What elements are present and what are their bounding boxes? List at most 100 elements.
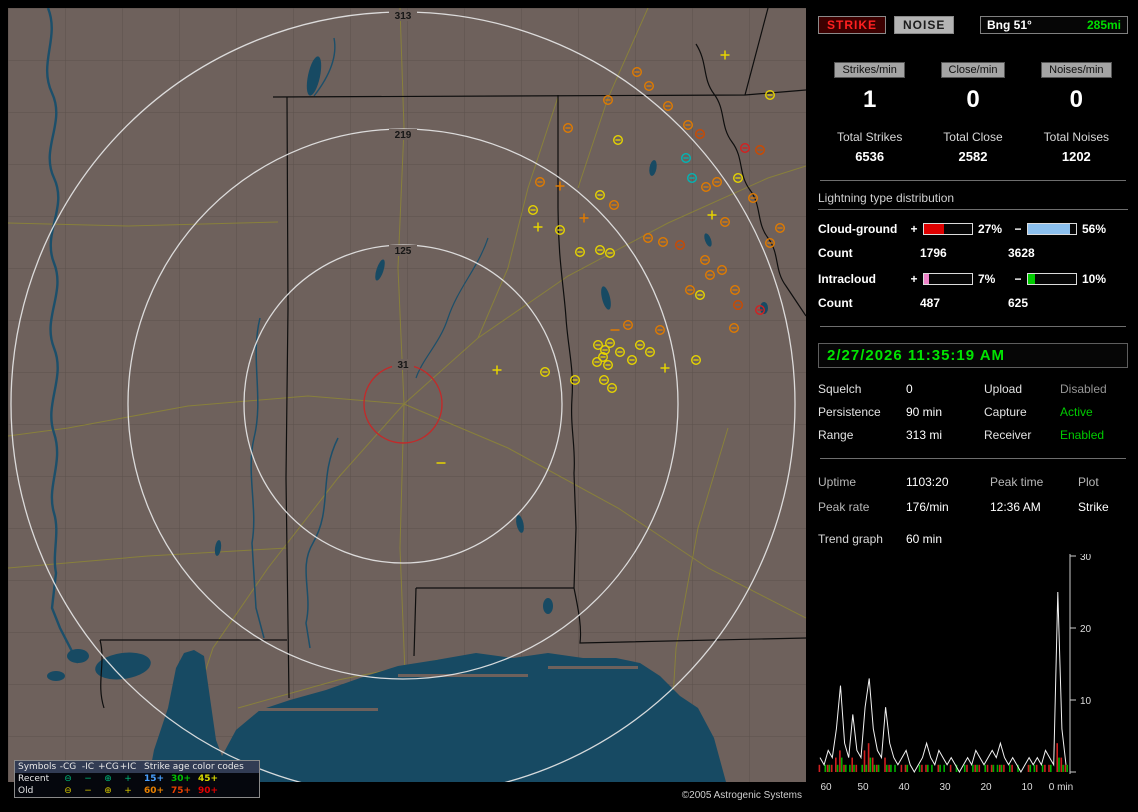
svg-text:125: 125 (395, 246, 412, 257)
trend-y-labels: 30 20 10 (1080, 554, 1092, 707)
persistence-value: 90 min (906, 405, 943, 419)
noises-per-min-chip: Noises/min (1041, 62, 1112, 78)
session-stats-grid: Uptime 1103:20 Peak time Plot Peak rate … (818, 475, 1128, 514)
trend-graph: 30 20 10 60 50 40 30 20 10 0 min (818, 554, 1092, 793)
status-panel: STRIKE NOISE Bng 51° 285mi Strikes/min 1… (812, 8, 1134, 804)
cg-positive-bar (923, 223, 973, 235)
count-label: Count (818, 246, 853, 260)
trend-window-value: 60 min (906, 532, 943, 546)
trend-y-ticks (1070, 555, 1076, 773)
plus-icon: + (124, 786, 132, 796)
strikes-per-min-chip: Strikes/min (834, 62, 905, 78)
peak-rate-label: Peak rate (818, 500, 870, 514)
legend-old-label: Old (18, 786, 34, 796)
total-strikes-value: 6536 (855, 149, 885, 164)
cg-positive-pct: 27% (978, 222, 1003, 236)
peak-time-label: Peak time (990, 475, 1044, 489)
strike-toggle-button[interactable]: STRIKE (818, 16, 887, 34)
cloud-ground-row: Cloud-ground + 27% − 56% (818, 222, 1128, 236)
ltd-section-header: Lightning type distribution (818, 191, 1128, 210)
circle-plus-icon: ⊕ (104, 774, 112, 784)
legend-header: Symbols -CG -IC +CG +IC Strike age color… (15, 761, 259, 773)
minus-icon: − (84, 774, 92, 784)
ic-positive-pct: 7% (978, 272, 996, 286)
svg-text:313: 313 (395, 11, 412, 22)
legend-age-title: Strike age color codes (144, 762, 244, 772)
capture-label: Capture (984, 405, 1027, 419)
minus-sign: − (1014, 222, 1022, 236)
trend-header: Trend graph 60 min (818, 532, 1128, 546)
legend-symbols-title: Symbols (18, 762, 57, 772)
ic-positive-bar (923, 273, 973, 285)
settings-grid: Squelch 0 Upload Disabled Persistence 90… (818, 382, 1128, 442)
svg-text:40: 40 (898, 782, 910, 793)
intracloud-count-row: Count 487 625 (818, 296, 1128, 310)
lightning-map[interactable]: 313 219 125 31 (8, 8, 806, 782)
persistence-label: Persistence (818, 405, 881, 419)
svg-text:0 min: 0 min (1049, 782, 1073, 793)
map-legend: Symbols -CG -IC +CG +IC Strike age color… (14, 760, 260, 798)
svg-text:31: 31 (397, 360, 409, 371)
total-strikes-cell: Total Strikes 6536 (818, 130, 921, 164)
range-label: Range (818, 428, 854, 442)
age-code-15: 15+ (144, 774, 165, 784)
close-per-min-cell: Close/min 0 (921, 62, 1024, 114)
total-close-label: Total Close (943, 130, 1003, 144)
total-close-cell: Total Close 2582 (921, 130, 1024, 164)
uptime-value: 1103:20 (906, 475, 949, 489)
intracloud-row: Intracloud + 7% − 10% (818, 272, 1128, 286)
total-close-value: 2582 (958, 149, 988, 164)
svg-text:20: 20 (980, 782, 992, 793)
peak-time-value: 12:36 AM (990, 500, 1041, 514)
legend-col-icp: +IC (119, 762, 137, 772)
svg-text:20: 20 (1080, 624, 1092, 635)
cg-negative-bar (1027, 223, 1077, 235)
trend-graph-label: Trend graph (818, 532, 883, 546)
legend-row-recent: Recent ⊖ − ⊕ + 15+ 30+ 45+ (15, 773, 259, 785)
copyright-text: ©2005 Astrogenic Systems (681, 790, 802, 801)
bearing-distance: 285mi (1086, 18, 1121, 32)
count-label: Count (818, 296, 853, 310)
range-value: 313 mi (906, 428, 943, 442)
svg-text:10: 10 (1021, 782, 1033, 793)
legend-row-old: Old ⊖ − ⊕ + 60+ 75+ 90+ (15, 785, 259, 797)
ic-negative-pct: 10% (1082, 272, 1107, 286)
trend-strike-line (819, 591, 1067, 774)
cloud-ground-label: Cloud-ground (818, 222, 898, 236)
legend-col-cgn: -CG (59, 762, 77, 772)
map-panel: 313 219 125 31 ©2005 Astrogenic Systems … (8, 8, 806, 804)
divider (820, 326, 1126, 327)
circle-minus-icon: ⊖ (64, 774, 72, 784)
legend-recent-label: Recent (18, 774, 50, 784)
capture-value: Active (1060, 405, 1093, 419)
svg-text:10: 10 (1080, 696, 1092, 707)
minus-sign: − (1014, 272, 1022, 286)
age-code-60: 60+ (144, 786, 165, 796)
age-code-75: 75+ (171, 786, 192, 796)
svg-text:219: 219 (395, 130, 412, 141)
rates-section: Strikes/min 1 Close/min 0 Noises/min 0 (818, 62, 1128, 114)
svg-text:60: 60 (820, 782, 832, 793)
total-noises-label: Total Noises (1043, 130, 1110, 144)
divider (820, 458, 1126, 459)
plus-sign: + (910, 222, 918, 236)
close-per-min-chip: Close/min (940, 62, 1006, 78)
plus-sign: + (910, 272, 918, 286)
upload-label: Upload (984, 382, 1023, 396)
legend-col-cgp: +CG (98, 762, 119, 772)
strikes-per-min-cell: Strikes/min 1 (818, 62, 921, 114)
receiver-label: Receiver (984, 428, 1032, 442)
total-noises-cell: Total Noises 1202 (1025, 130, 1128, 164)
totals-section: Total Strikes 6536 Total Close 2582 Tota… (818, 130, 1128, 164)
intracloud-label: Intracloud (818, 272, 877, 286)
display-mode-row: STRIKE NOISE Bng 51° 285mi (818, 16, 1128, 34)
bearing-display: Bng 51° 285mi (980, 16, 1128, 34)
plus-icon: + (124, 774, 132, 784)
circle-minus-icon: ⊖ (64, 786, 72, 796)
squelch-value: 0 (906, 382, 913, 396)
cloud-ground-count-row: Count 1796 3628 (818, 246, 1128, 260)
datetime-display: 2/27/2026 11:35:19 AM (818, 343, 1128, 368)
upload-value: Disabled (1060, 382, 1107, 396)
minus-icon: − (84, 786, 92, 796)
noise-toggle-button[interactable]: NOISE (894, 16, 955, 34)
